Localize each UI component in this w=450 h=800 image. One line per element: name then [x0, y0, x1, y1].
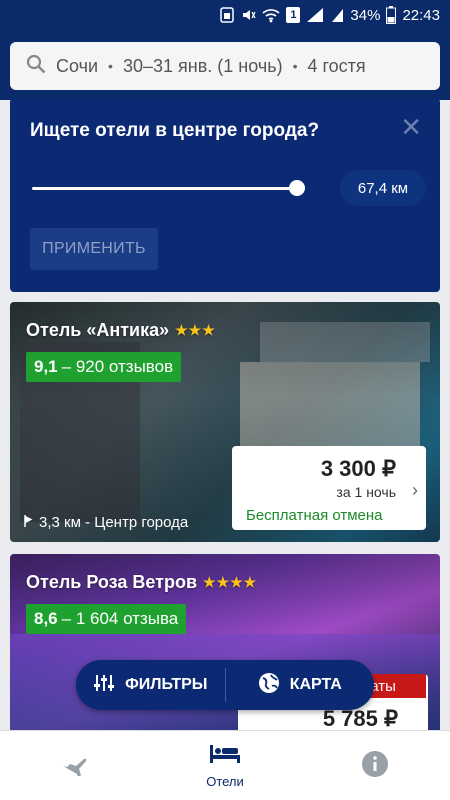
search-city: Сочи [56, 55, 99, 76]
hotel-card[interactable]: Отель Роза Ветров ★★★★ 8,6 – 1 604 отзыв… [10, 554, 440, 744]
review-count: – 1 604 отзыва [61, 609, 179, 628]
apply-button[interactable]: ПРИМЕНИТЬ [30, 228, 158, 270]
nav-flights[interactable] [0, 731, 150, 800]
nav-info[interactable] [300, 731, 450, 800]
nav-hotels-label: Отели [206, 773, 244, 789]
sim-icon [220, 7, 235, 23]
review-score: 8,6 [34, 609, 58, 628]
globe-icon [258, 672, 280, 699]
close-icon[interactable]: ✕ [400, 112, 422, 143]
hotel-name: Отель Роза Ветров ★★★★ [26, 572, 257, 593]
city-center-promo: Ищете отели в центре города? ✕ 67,4 км П… [10, 98, 440, 292]
nav-hotels[interactable]: Отели [150, 731, 300, 800]
info-icon [361, 750, 389, 781]
signal-icon [306, 7, 324, 23]
distance-slider-track[interactable] [32, 187, 297, 190]
review-count: – 920 отзывов [61, 357, 174, 376]
price-note: за 1 ночь [336, 484, 396, 500]
search-bar[interactable]: Сочи • 30–31 янв. (1 ночь) • 4 гостя [10, 42, 440, 90]
bottom-navigation: Отели [0, 730, 450, 800]
star-rating: ★★★ [175, 322, 216, 338]
sim-slot-badge: 1 [286, 7, 301, 23]
mute-icon [240, 7, 257, 23]
battery-percent: 34% [350, 6, 381, 24]
chevron-right-icon: › [412, 480, 418, 500]
separator-dot: • [108, 58, 113, 74]
battery-icon [386, 6, 397, 24]
promo-title: Ищете отели в центре города? [30, 120, 320, 141]
review-score: 9,1 [34, 357, 58, 376]
hotel-card[interactable]: Отель «Антика» ★★★ 9,1 – 920 отзывов 3 3… [10, 302, 440, 542]
star-rating: ★★★★ [203, 574, 258, 590]
price: 3 300 ₽ [320, 456, 396, 481]
map-button[interactable]: КАРТА [226, 660, 375, 710]
clock: 22:43 [402, 6, 440, 24]
search-icon [26, 54, 46, 79]
free-cancellation: Бесплатная отмена [246, 507, 383, 524]
distance-text: 3,3 км - Центр города [39, 514, 189, 531]
review-score-badge: 9,1 – 920 отзывов [26, 352, 182, 382]
hotel-name: Отель «Антика» ★★★ [26, 320, 216, 341]
hotel-name-text: Отель Роза Ветров [26, 572, 198, 592]
bed-icon [209, 743, 241, 768]
filters-icon [93, 673, 115, 698]
separator-dot: • [292, 58, 298, 74]
review-score-badge: 8,6 – 1 604 отзыва [26, 604, 187, 634]
distance-slider-thumb[interactable] [289, 180, 305, 196]
filters-button[interactable]: ФИЛЬТРЫ [76, 660, 225, 710]
status-bar: 1 34% 22:43 [0, 0, 450, 30]
map-label: КАРТА [289, 676, 342, 693]
hotel-name-text: Отель «Антика» [26, 320, 170, 340]
app-header: Сочи • 30–31 янв. (1 ночь) • 4 гостя [0, 30, 450, 100]
search-guests: 4 гостя [307, 55, 366, 76]
filters-label: ФИЛЬТРЫ [125, 676, 208, 693]
airplane-icon [61, 752, 89, 779]
distance-label: 3,3 км - Центр города [24, 514, 188, 531]
location-flag-icon [24, 514, 34, 531]
price-box[interactable]: 3 300 ₽ за 1 ночь › Бесплатная отмена [232, 446, 426, 530]
filter-map-bar: ФИЛЬТРЫ КАРТА [76, 660, 374, 710]
distance-value: 67,4 км [340, 170, 426, 206]
search-dates: 30–31 янв. (1 ночь) [122, 55, 283, 76]
signal-icon-2 [330, 7, 344, 23]
wifi-icon [262, 7, 280, 23]
